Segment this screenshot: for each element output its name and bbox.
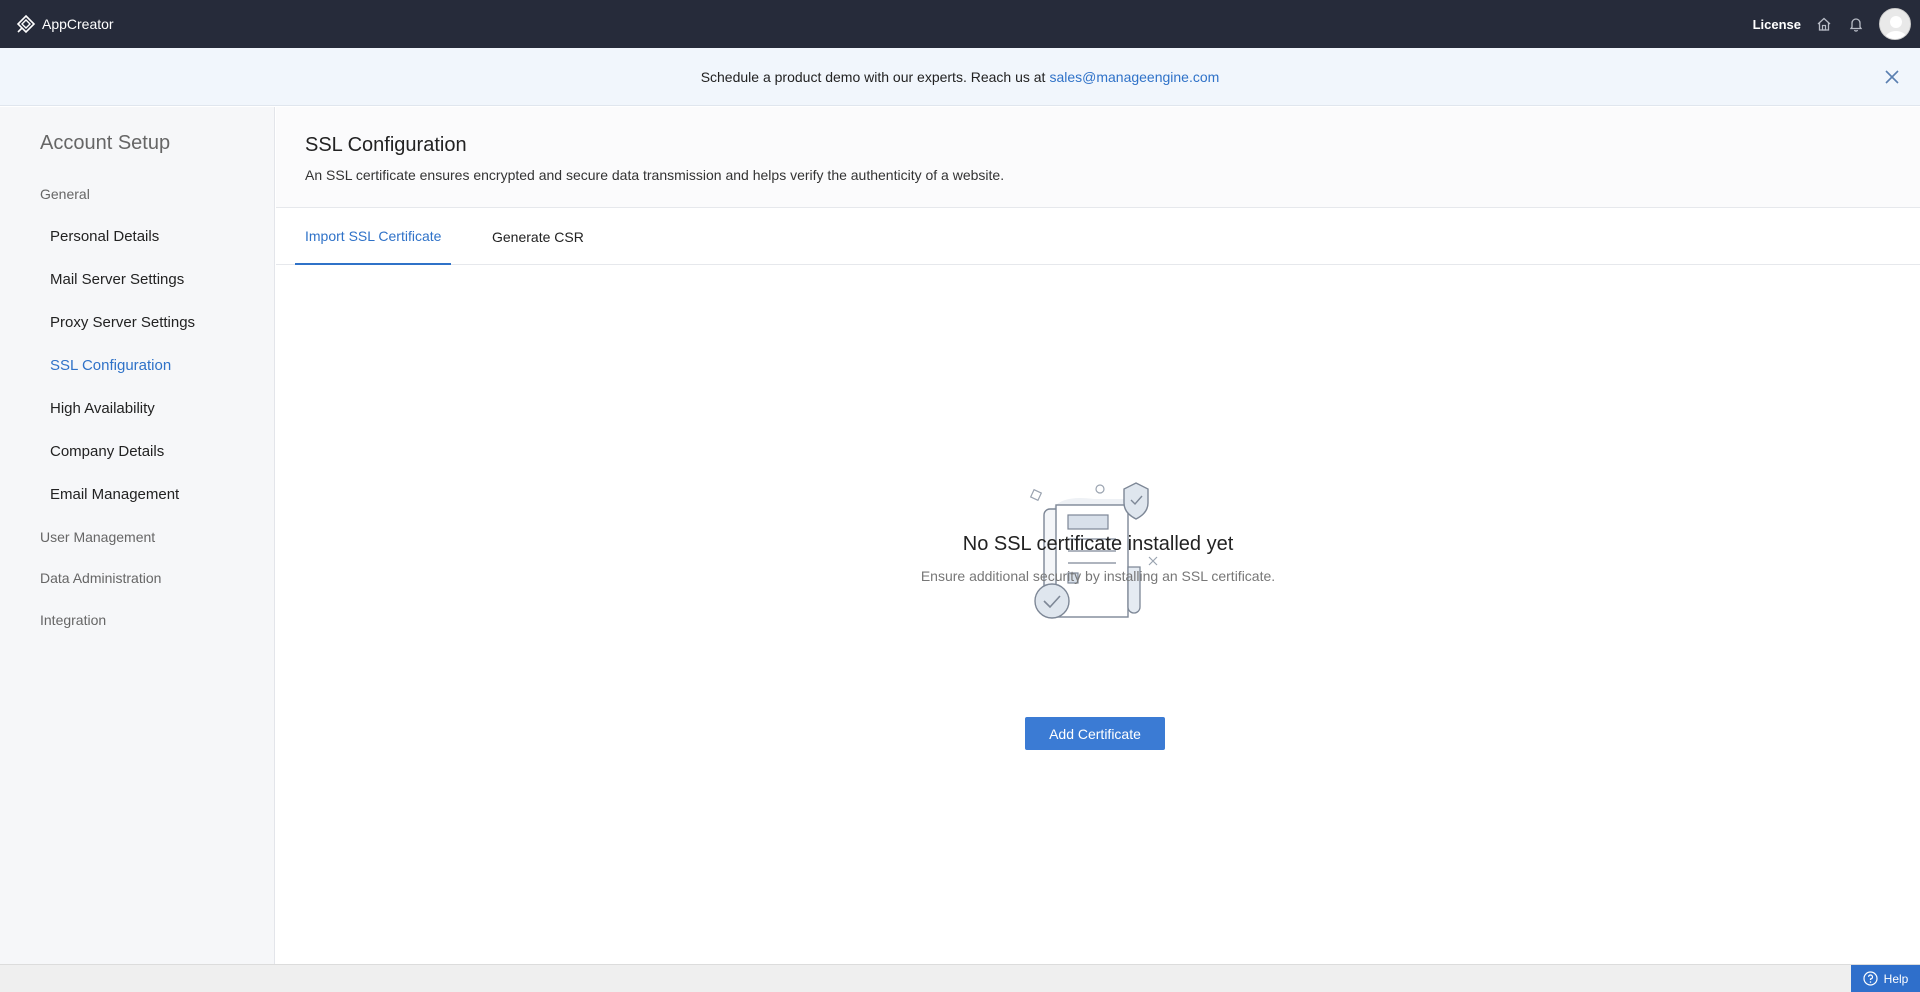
help-button[interactable]: Help <box>1851 965 1920 992</box>
sidebar-group-integration[interactable]: Integration <box>40 612 106 628</box>
tab-generate-csr[interactable]: Generate CSR <box>482 208 594 265</box>
page-title: SSL Configuration <box>305 134 467 156</box>
top-bar: AppCreator License <box>0 0 1920 48</box>
tab-bar: Import SSL Certificate Generate CSR <box>276 208 1920 265</box>
sidebar: Account Setup General Personal Details M… <box>0 107 275 964</box>
home-icon[interactable] <box>1815 15 1833 33</box>
sidebar-item-mail-server-settings[interactable]: Mail Server Settings <box>50 271 184 288</box>
sidebar-item-email-management[interactable]: Email Management <box>50 486 179 503</box>
help-icon <box>1863 971 1878 986</box>
sidebar-item-proxy-server-settings[interactable]: Proxy Server Settings <box>50 314 195 331</box>
sidebar-item-high-availability[interactable]: High Availability <box>50 400 155 417</box>
bell-icon[interactable] <box>1847 15 1865 33</box>
empty-state-description: Ensure additional security by installing… <box>920 568 1276 584</box>
sidebar-item-personal-details[interactable]: Personal Details <box>50 228 159 245</box>
sidebar-group-general[interactable]: General <box>40 186 90 202</box>
sidebar-group-data-administration[interactable]: Data Administration <box>40 570 161 586</box>
sidebar-group-user-management[interactable]: User Management <box>40 529 155 545</box>
banner-email-link[interactable]: sales@manageengine.com <box>1049 69 1219 85</box>
appcreator-logo-icon <box>16 14 36 34</box>
add-certificate-button[interactable]: Add Certificate <box>1025 717 1165 750</box>
license-link[interactable]: License <box>1753 17 1801 32</box>
close-icon[interactable] <box>1882 67 1902 87</box>
sidebar-item-ssl-configuration[interactable]: SSL Configuration <box>50 357 171 374</box>
avatar[interactable] <box>1879 8 1911 40</box>
sidebar-item-company-details[interactable]: Company Details <box>50 443 164 460</box>
empty-state-title: No SSL certificate installed yet <box>962 533 1234 555</box>
app-name: AppCreator <box>42 16 114 32</box>
brand[interactable]: AppCreator <box>16 14 114 34</box>
page-description: An SSL certificate ensures encrypted and… <box>305 167 1005 183</box>
page-header: SSL Configuration An SSL certificate ens… <box>276 107 1920 208</box>
banner-text: Schedule a product demo with our experts… <box>700 68 1046 85</box>
tab-import-ssl-certificate[interactable]: Import SSL Certificate <box>295 208 452 265</box>
demo-banner: Schedule a product demo with our experts… <box>0 48 1920 106</box>
top-right-actions: License <box>1753 0 1920 48</box>
footer-bar <box>0 964 1920 992</box>
sidebar-title: Account Setup <box>40 132 171 154</box>
main-content: SSL Configuration An SSL certificate ens… <box>276 107 1920 964</box>
help-label: Help <box>1883 971 1909 986</box>
